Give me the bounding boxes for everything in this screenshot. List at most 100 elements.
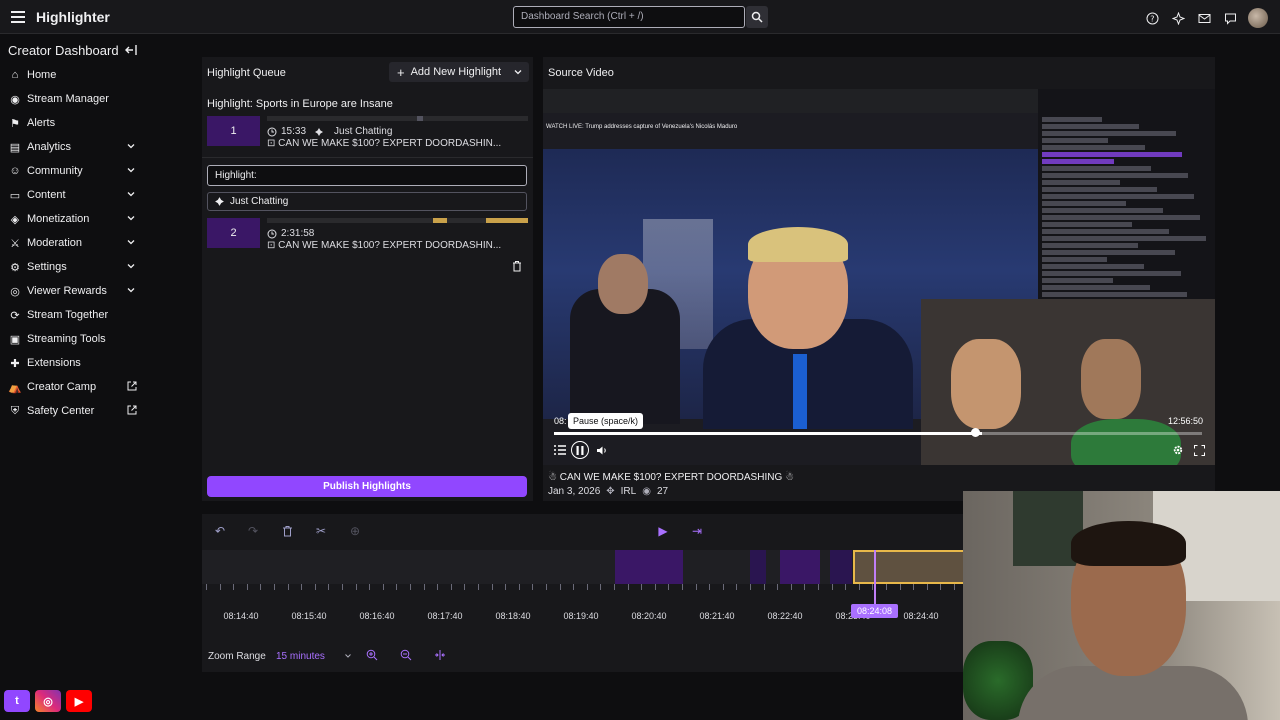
redo-icon[interactable]: ↷ [246,524,260,538]
timeline-tick-label: 08:15:40 [291,611,327,621]
chevron-down-icon [127,216,135,221]
chevron-down-icon [127,192,135,197]
chevron-down-icon [127,288,135,293]
sidebar-item-safety-center[interactable]: ⛨ Safety Center [0,399,148,423]
add-marker-icon[interactable]: ⊕ [348,524,362,538]
clip-item[interactable]: 1 15:33 Just Chatting ⊡ CAN WE MAKE $100… [207,116,528,149]
pause-icon[interactable] [571,441,589,459]
clip-thumbnail-icon: ⊡ [267,138,279,149]
play-icon[interactable]: ▶ [656,524,670,538]
chevron-down-icon[interactable] [513,67,523,77]
clip-title: ⊡ CAN WE MAKE $100? EXPERT DOORDASHIN... [267,138,502,149]
undo-icon[interactable]: ↶ [213,524,227,538]
zoom-out-icon[interactable] [399,648,413,662]
video-category[interactable]: IRL [621,486,637,497]
magic-icon[interactable] [1170,10,1186,26]
video-meta: Jan 3, 2026 ✥ IRL ◉ 27 [548,486,668,497]
plus-icon: + [397,64,405,80]
sidebar-item-label: Analytics [27,141,72,153]
timeline-selection[interactable] [853,550,963,584]
zoom-range-select[interactable]: 15 minutes [274,647,352,665]
add-new-highlight-button[interactable]: + Add New Highlight [389,62,529,82]
highlight-title[interactable]: Highlight: Sports in Europe are Insane [207,98,393,110]
playhead[interactable] [874,550,876,610]
sidebar-item-label: Monetization [27,213,90,225]
controller-icon [315,127,324,136]
sidebar-item-home[interactable]: ⌂ Home [0,63,148,87]
video-content-webcam [921,299,1215,465]
sidebar-item-analytics[interactable]: ▤ Analytics [0,135,148,159]
video-date: Jan 3, 2026 [548,486,601,497]
add-highlight-label: Add New Highlight [410,66,502,78]
sidebar-item-stream-together[interactable]: ⟳ Stream Together [0,303,148,327]
sidebar-item-stream-manager[interactable]: ◉ Stream Manager [0,87,148,111]
duration-time: 12:56:50 [1167,416,1203,426]
video-progress-bar[interactable] [554,432,1202,435]
fit-to-view-icon[interactable] [433,648,447,662]
app-title: Highlighter [36,9,110,25]
sidebar-item-alerts[interactable]: ⚑ Alerts [0,111,148,135]
sidebar-item-content[interactable]: ▭ Content [0,183,148,207]
moderation-icon: ⚔ [10,237,20,250]
clip-item[interactable]: 2 2:31:58 ⊡ CAN WE MAKE $100? EXPERT DOO… [207,218,528,251]
sidebar-item-label: Viewer Rewards [27,285,107,297]
zoom-range-label: Zoom Range [208,651,266,662]
sidebar-item-extensions[interactable]: ✚ Extensions [0,351,148,375]
gear-icon[interactable] [1170,442,1186,458]
collapse-sidebar-icon[interactable] [124,43,138,57]
playlist-icon[interactable] [552,442,568,458]
sidebar-item-label: Safety Center [27,405,95,417]
clip-duration: 2:31:58 [281,228,315,239]
source-video-panel: Source Video WATCH LIVE: Trump addresses… [543,57,1215,501]
help-icon[interactable]: ? [1144,10,1160,26]
external-link-icon [127,405,137,415]
progress-knob[interactable] [971,428,980,437]
highlight-title-input[interactable]: Highlight: [207,165,527,186]
sidebar-item-moderation[interactable]: ⚔ Moderation [0,231,148,255]
youtube-icon: ▶ [66,690,92,712]
divider [202,157,533,158]
volume-icon[interactable] [594,442,610,458]
queue-title: Highlight Queue [207,67,286,79]
timeline-tick-label: 08:14:40 [223,611,259,621]
sidebar-item-community[interactable]: ☺ Community [0,159,148,183]
clip-thumbnail-icon: ⊡ [267,240,279,251]
stream-together-icon: ⟳ [10,309,20,322]
zoom-in-icon[interactable] [365,648,379,662]
jump-to-end-icon[interactable]: ⇥ [690,524,704,538]
publish-highlights-button[interactable]: Publish Highlights [207,476,527,497]
search-icon[interactable] [746,6,768,28]
clock-icon [267,127,277,136]
sidebar-item-streaming-tools[interactable]: ▣ Streaming Tools [0,327,148,351]
clip-duration: 15:33 [281,126,307,137]
scissors-icon[interactable]: ✂ [314,524,328,538]
sidebar-item-label: Content [27,189,66,201]
clip-range-bar [267,218,528,223]
playhead-time: 08:24:08 [851,604,899,618]
twitch-icon: t [4,690,30,712]
streaming-tools-icon: ▣ [9,333,21,346]
pause-tooltip: Pause (space/k) [568,413,644,429]
menu-icon[interactable] [8,7,28,27]
zoom-range-value: 15 minutes [276,650,325,662]
video-content-chat [1038,89,1215,299]
category-input[interactable]: Just Chatting [207,192,527,211]
inbox-icon[interactable] [1196,10,1212,26]
search-input[interactable]: Dashboard Search (Ctrl + /) [513,6,745,28]
sidebar-item-settings[interactable]: ⚙ Settings [0,255,148,279]
whisper-icon[interactable] [1222,10,1238,26]
avatar[interactable] [1248,8,1268,28]
chevron-down-icon [127,168,135,173]
fullscreen-icon[interactable] [1191,442,1207,458]
sidebar-item-creator-camp[interactable]: ⛺ Creator Camp [0,375,148,399]
trash-icon[interactable] [511,260,523,272]
timeline-track[interactable] [202,550,963,584]
timeline-tick-label: 08:22:40 [767,611,803,621]
sidebar-item-label: Streaming Tools [27,333,106,345]
sidebar-item-monetization[interactable]: ◈ Monetization [0,207,148,231]
sidebar-item-label: Settings [27,261,67,273]
sidebar-item-viewer-rewards[interactable]: ◎ Viewer Rewards [0,279,148,303]
video-player[interactable]: WATCH LIVE: Trump addresses capture of V… [543,89,1215,465]
home-icon: ⌂ [11,69,19,81]
delete-icon[interactable] [280,524,294,538]
